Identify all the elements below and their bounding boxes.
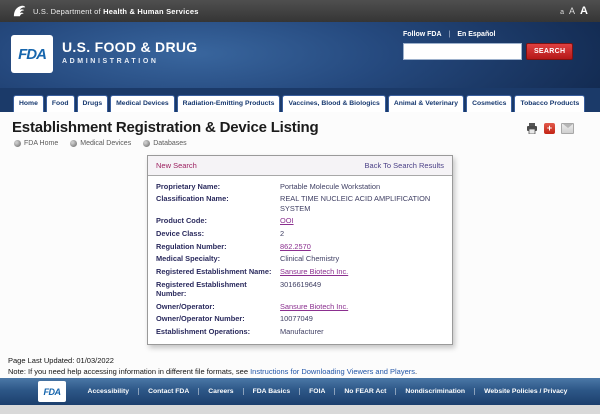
fda-header-title: U.S. FOOD & DRUG ADMINISTRATION (62, 39, 197, 65)
registered-establishment-name-link[interactable]: Sansure Biotech Inc. (280, 267, 348, 277)
footer-link-nondiscrimination[interactable]: Nondiscrimination (396, 388, 475, 395)
footer-link-website-policies[interactable]: Website Policies / Privacy (475, 388, 576, 395)
breadcrumb-fda-home[interactable]: FDA Home (14, 140, 58, 147)
header-links: Follow FDA | En Español (403, 31, 573, 38)
search-input[interactable] (403, 43, 522, 60)
table-row: Regulation Number: 862.2570 (156, 240, 444, 253)
file-formats-note: Note: If you need help accessing informa… (8, 367, 592, 378)
page-last-updated: Page Last Updated: 01/03/2022 (8, 356, 592, 367)
device-class-value: 2 (280, 229, 284, 239)
tab-medical-devices[interactable]: Medical Devices (110, 95, 175, 112)
classification-name-value: REAL TIME NUCLEIC ACID AMPLIFICATION SYS… (280, 194, 444, 213)
email-icon[interactable] (561, 123, 574, 134)
font-size-controls[interactable]: a A A (560, 5, 588, 17)
font-size-large[interactable]: A (580, 5, 588, 17)
footer-fda-logo[interactable]: FDA (38, 381, 66, 402)
share-icon[interactable]: + (544, 123, 555, 134)
footer-link-contact-fda[interactable]: Contact FDA (139, 388, 199, 395)
footer-link-accessibility[interactable]: Accessibility (79, 388, 140, 395)
footer-link-foia[interactable]: FOIA (300, 388, 335, 395)
proprietary-name-value: Portable Molecule Workstation (280, 182, 380, 192)
new-search-link[interactable]: New Search (156, 161, 197, 170)
hhs-eagle-icon (12, 4, 27, 19)
breadcrumb-bullet-icon (70, 140, 77, 147)
bottom-strip (0, 405, 600, 414)
search-button[interactable]: SEARCH (526, 43, 573, 60)
device-detail-panel: New Search Back To Search Results Propri… (147, 155, 453, 345)
main-nav: Home Food Drugs Medical Devices Radiatio… (0, 88, 600, 112)
establishment-operations-value: Manufacturer (280, 327, 324, 337)
table-row: Owner/Operator Number: 10077049 (156, 313, 444, 326)
fda-header: FDA U.S. FOOD & DRUG ADMINISTRATION Foll… (0, 22, 600, 88)
table-row: Medical Specialty: Clinical Chemistry (156, 253, 444, 266)
footer-bar: FDA Accessibility Contact FDA Careers FD… (0, 378, 600, 405)
tab-radiation-emitting-products[interactable]: Radiation-Emitting Products (177, 95, 281, 112)
breadcrumb: FDA Home Medical Devices Databases (14, 140, 600, 147)
table-row: Product Code: OOI (156, 215, 444, 228)
owner-operator-number-value: 10077049 (280, 314, 313, 324)
table-row: Registered Establishment Name: Sansure B… (156, 265, 444, 278)
follow-fda-link[interactable]: Follow FDA (403, 31, 442, 38)
regulation-number-link[interactable]: 862.2570 (280, 242, 311, 252)
tab-vaccines-blood-biologics[interactable]: Vaccines, Blood & Biologics (282, 95, 385, 112)
tab-tobacco-products[interactable]: Tobacco Products (514, 95, 585, 112)
breadcrumb-databases[interactable]: Databases (143, 140, 186, 147)
table-row: Proprietary Name: Portable Molecule Work… (156, 180, 444, 193)
tab-cosmetics[interactable]: Cosmetics (466, 95, 512, 112)
hhs-dept-text: U.S. Department of Health & Human Servic… (33, 7, 199, 16)
footer-link-no-fear-act[interactable]: No FEAR Act (335, 388, 396, 395)
main-content: Establishment Registration & Device List… (0, 112, 600, 378)
print-icon[interactable] (526, 123, 538, 134)
hhs-top-bar: U.S. Department of Health & Human Servic… (0, 0, 600, 22)
page-title: Establishment Registration & Device List… (12, 119, 600, 136)
breadcrumb-bullet-icon (14, 140, 21, 147)
table-row: Registered Establishment Number: 3016619… (156, 278, 444, 300)
registered-establishment-number-value: 3016619649 (280, 280, 321, 299)
tab-food[interactable]: Food (46, 95, 75, 112)
table-row: Classification Name: REAL TIME NUCLEIC A… (156, 193, 444, 215)
en-espanol-link[interactable]: En Español (457, 31, 495, 38)
table-row: Device Class: 2 (156, 228, 444, 241)
table-row: Owner/Operator: Sansure Biotech Inc. (156, 300, 444, 313)
tab-animal-veterinary[interactable]: Animal & Veterinary (388, 95, 464, 112)
footer-link-fda-basics[interactable]: FDA Basics (244, 388, 301, 395)
tab-drugs[interactable]: Drugs (77, 95, 109, 112)
font-size-medium[interactable]: A (569, 6, 575, 16)
breadcrumb-medical-devices[interactable]: Medical Devices (70, 140, 131, 147)
footer-link-careers[interactable]: Careers (199, 388, 243, 395)
back-to-search-results-link[interactable]: Back To Search Results (365, 161, 444, 170)
owner-operator-link[interactable]: Sansure Biotech Inc. (280, 302, 348, 312)
breadcrumb-bullet-icon (143, 140, 150, 147)
tab-home[interactable]: Home (13, 95, 44, 112)
fda-title-line1: U.S. FOOD & DRUG (62, 39, 197, 55)
font-size-small[interactable]: a (560, 9, 564, 16)
downloading-viewers-link[interactable]: Instructions for Downloading Viewers and… (250, 367, 415, 376)
page-footer-text: Page Last Updated: 01/03/2022 Note: If y… (8, 356, 592, 378)
medical-specialty-value: Clinical Chemistry (280, 254, 339, 264)
table-row: Establishment Operations: Manufacturer (156, 326, 444, 339)
product-code-link[interactable]: OOI (280, 216, 294, 226)
fda-title-line2: ADMINISTRATION (62, 58, 197, 65)
fda-logo[interactable]: FDA (11, 35, 53, 73)
